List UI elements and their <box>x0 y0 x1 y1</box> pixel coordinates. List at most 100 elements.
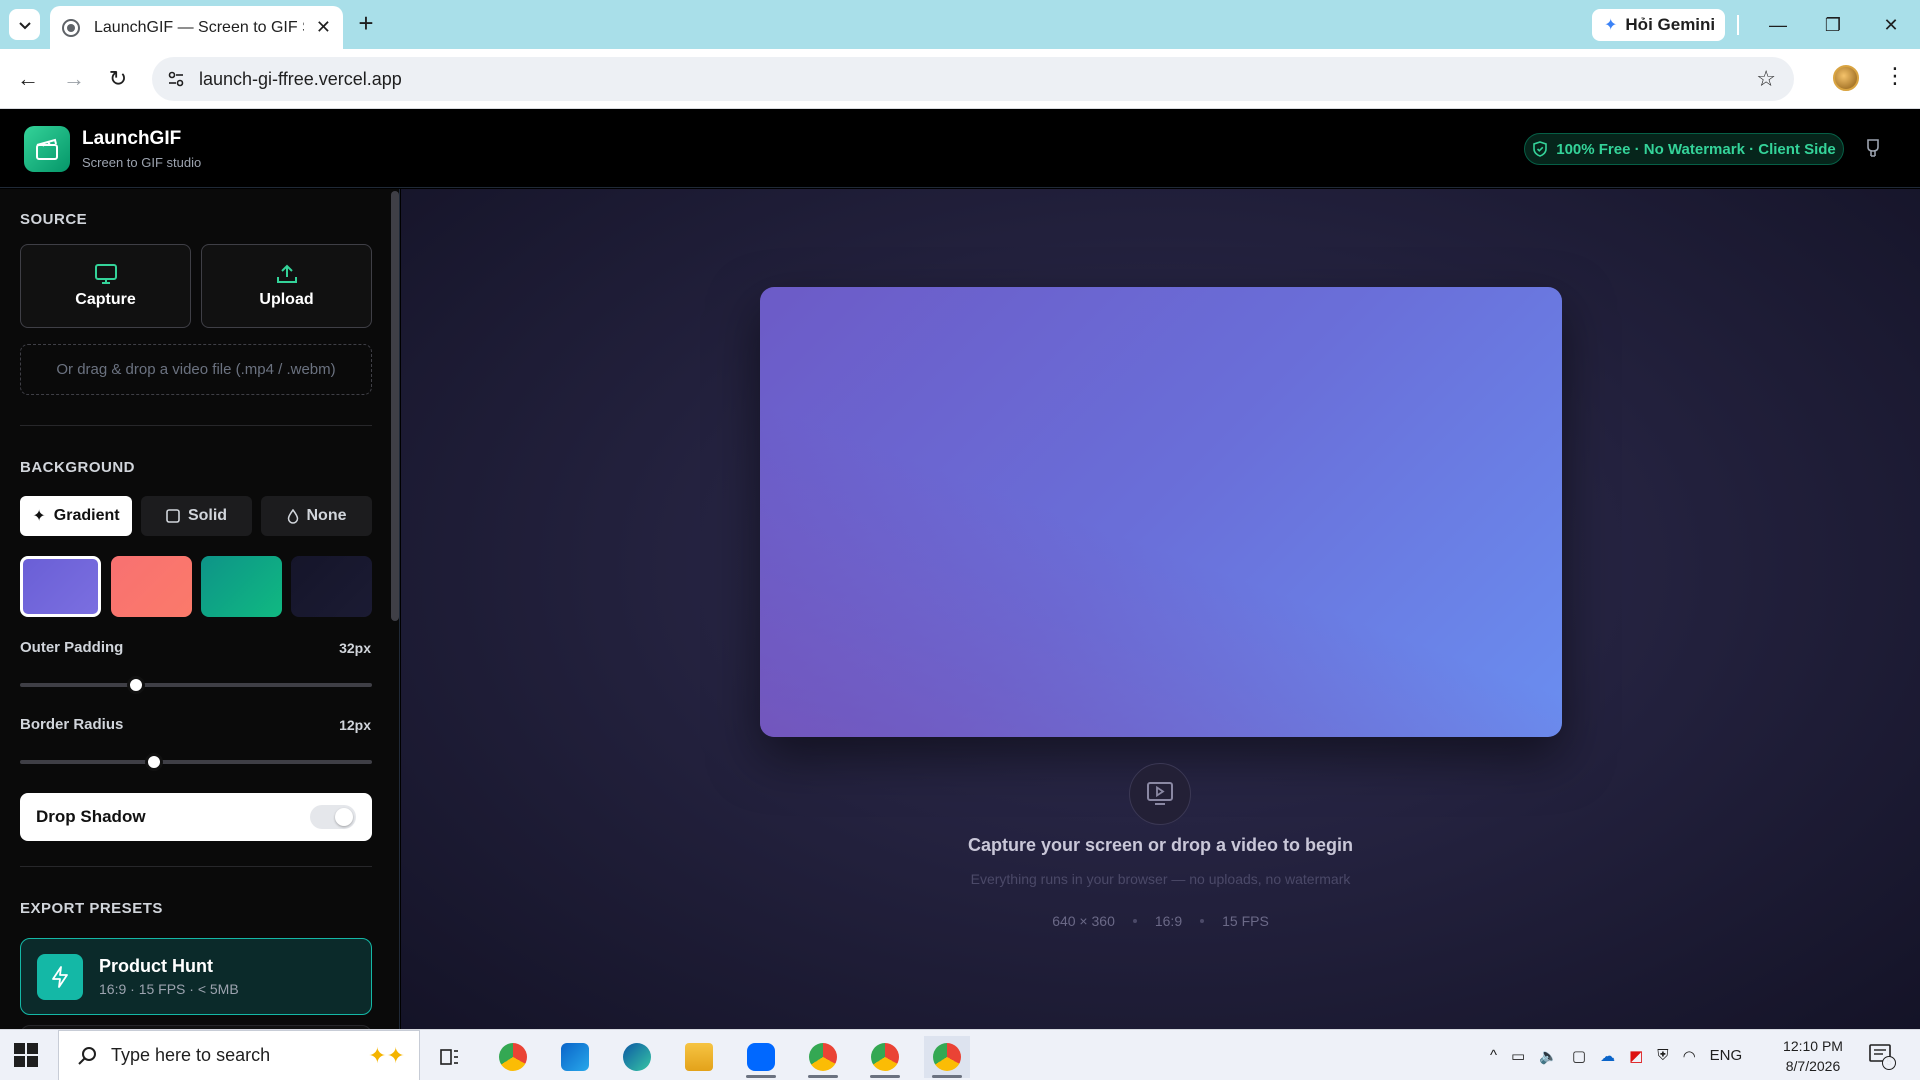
restore-button[interactable]: ❐ <box>1813 10 1853 40</box>
preset-name: Product Hunt <box>99 956 213 976</box>
app-subtitle: Screen to GIF studio <box>82 155 202 170</box>
outer-padding-slider[interactable] <box>20 676 372 694</box>
search-placeholder: Type here to search <box>111 1045 271 1065</box>
taskbar-clock[interactable]: 12:10 PM 8/7/2026 <box>1778 1036 1848 1076</box>
droplet-icon <box>287 508 298 524</box>
swatch-teal-gradient[interactable] <box>201 556 282 617</box>
background-tab-solid[interactable]: Solid <box>141 496 252 536</box>
gemini-button[interactable]: ✦ Hỏi Gemini <box>1592 9 1725 41</box>
windows-taskbar: Type here to search ✦✦ ^ ▭ 🔈 ▢ ☁ ◩ ⛨ ◠ E… <box>0 1029 1920 1080</box>
background-section-title: BACKGROUND <box>20 459 135 476</box>
background-tab-none[interactable]: None <box>261 496 372 536</box>
forward-button[interactable]: → <box>58 63 90 95</box>
chrome-profile-2-taskbar-icon[interactable] <box>862 1036 908 1078</box>
chrome-taskbar-icon[interactable] <box>490 1036 536 1078</box>
upload-button[interactable]: Upload <box>201 244 372 328</box>
capture-button[interactable]: Capture <box>20 244 191 328</box>
system-tray: ^ ▭ 🔈 ▢ ☁ ◩ ⛨ ◠ ENG <box>1490 1030 1742 1080</box>
address-bar[interactable]: launch-gi-ffree.vercel.app ☆ <box>152 57 1794 101</box>
globe-icon <box>62 18 80 37</box>
close-tab-icon[interactable]: ✕ <box>316 17 331 38</box>
preset-product-hunt[interactable]: Product Hunt 16:9 · 15 FPS · < 5MB <box>20 938 372 1015</box>
zalo-taskbar-icon[interactable] <box>738 1036 784 1078</box>
battery-icon[interactable]: ▭ <box>1511 1047 1525 1065</box>
swatch-coral-gradient[interactable] <box>111 556 192 617</box>
wifi-icon[interactable]: ◠ <box>1683 1047 1696 1065</box>
tab-search-button[interactable] <box>9 9 40 40</box>
back-button[interactable]: ← <box>12 63 44 95</box>
video-drop-zone[interactable]: Or drag & drop a video file (.mp4 / .web… <box>20 344 372 395</box>
square-icon <box>166 509 180 523</box>
outer-padding-slider-thumb[interactable] <box>127 676 146 694</box>
app-tray-icon[interactable]: ◩ <box>1629 1047 1643 1065</box>
url-text: launch-gi-ffree.vercel.app <box>199 68 402 89</box>
section-divider <box>20 425 372 426</box>
new-tab-button[interactable]: + <box>353 8 379 38</box>
free-badge-label: 100% Free · No Watermark · Client Side <box>1556 140 1836 158</box>
lightning-icon <box>37 953 83 1000</box>
border-radius-slider-thumb[interactable] <box>144 753 163 771</box>
fps-text: 15 FPS <box>1222 913 1269 929</box>
empty-state-title: Capture your screen or drop a video to b… <box>967 835 1354 855</box>
browser-tab-bar: LaunchGIF — Screen to GIF Stu ✕ + ✦ Hỏi … <box>0 0 1920 49</box>
browser-menu-icon[interactable]: ⋮ <box>1884 63 1906 89</box>
free-badge: 100% Free · No Watermark · Client Side <box>1524 133 1844 165</box>
chrome-profile-3-taskbar-icon[interactable] <box>924 1036 970 1078</box>
tab-title: LaunchGIF — Screen to GIF Stu <box>94 18 304 36</box>
border-radius-label: Border Radius <box>20 716 124 733</box>
notification-count: 5 <box>1882 1056 1896 1070</box>
minimize-button[interactable]: — <box>1758 10 1798 40</box>
preview-canvas-area: Capture your screen or drop a video to b… <box>401 189 1920 1029</box>
chevron-up-icon[interactable]: ^ <box>1490 1047 1497 1064</box>
task-view-icon[interactable] <box>426 1036 472 1078</box>
security-icon[interactable]: ⛨ <box>1657 1047 1668 1064</box>
upload-label: Upload <box>259 291 314 308</box>
github-icon[interactable] <box>1862 137 1884 159</box>
separator-dot <box>1200 919 1205 923</box>
bookmark-star-icon[interactable]: ☆ <box>1756 66 1776 92</box>
swatch-dark-gradient[interactable] <box>291 556 372 617</box>
resolution-text: 640 × 360 <box>1052 913 1115 929</box>
site-settings-icon[interactable] <box>165 68 187 90</box>
chrome-profile-1-taskbar-icon[interactable] <box>800 1036 846 1078</box>
reload-button[interactable]: ↻ <box>102 63 134 95</box>
notification-center-icon[interactable]: 5 <box>1868 1042 1896 1070</box>
gemini-label: Hỏi Gemini <box>1625 15 1716 34</box>
meet-now-icon[interactable]: ▢ <box>1572 1047 1586 1065</box>
language-indicator[interactable]: ENG <box>1710 1047 1743 1064</box>
clock-time: 12:10 PM <box>1783 1038 1843 1054</box>
profile-avatar[interactable] <box>1833 65 1859 91</box>
drop-shadow-toggle[interactable] <box>310 805 356 829</box>
border-radius-slider[interactable] <box>20 753 372 771</box>
chevron-down-icon <box>18 21 31 29</box>
outlook-taskbar-icon[interactable] <box>552 1036 598 1078</box>
windows-start-icon[interactable] <box>14 1043 38 1067</box>
clapperboard-logo-icon <box>24 126 70 172</box>
solid-tab-label: Solid <box>187 507 228 524</box>
export-presets-section-title: EXPORT PRESETS <box>20 900 163 917</box>
swatch-purple-gradient[interactable] <box>20 556 101 617</box>
onedrive-icon[interactable]: ☁ <box>1600 1047 1615 1065</box>
app-name: LaunchGIF <box>82 128 182 149</box>
clock-date: 8/7/2026 <box>1785 1058 1841 1074</box>
gif-preview-frame[interactable] <box>760 287 1562 737</box>
volume-icon[interactable]: 🔈 <box>1539 1047 1558 1065</box>
taskbar-search[interactable]: Type here to search ✦✦ <box>58 1030 420 1080</box>
drop-shadow-label: Drop Shadow <box>36 807 146 826</box>
browser-toolbar: ← → ↻ launch-gi-ffree.vercel.app ☆ ⋮ <box>0 49 1920 109</box>
gemini-sparkle-icon: ✦ <box>1604 17 1618 34</box>
empty-state-subtitle: Everything runs in your browser — no upl… <box>970 871 1351 887</box>
browser-tab-active[interactable]: LaunchGIF — Screen to GIF Stu ✕ <box>50 6 343 49</box>
section-divider <box>20 866 372 867</box>
search-highlight-icon: ✦✦ <box>368 1042 405 1068</box>
edge-taskbar-icon[interactable] <box>614 1036 660 1078</box>
settings-sidebar: SOURCE Capture Upload Or drag & drop a v… <box>0 189 400 1029</box>
aspect-ratio-text: 16:9 <box>1154 913 1183 929</box>
gradient-tab-label: Gradient <box>53 507 120 524</box>
border-radius-value: 12px <box>339 717 371 733</box>
close-window-button[interactable]: ✕ <box>1871 10 1911 40</box>
file-explorer-taskbar-icon[interactable] <box>676 1036 722 1078</box>
output-specs: 640 × 360 16:9 15 FPS <box>401 913 1920 929</box>
sidebar-scrollbar[interactable] <box>391 191 399 621</box>
background-tab-gradient[interactable]: ✦ Gradient <box>20 496 132 536</box>
